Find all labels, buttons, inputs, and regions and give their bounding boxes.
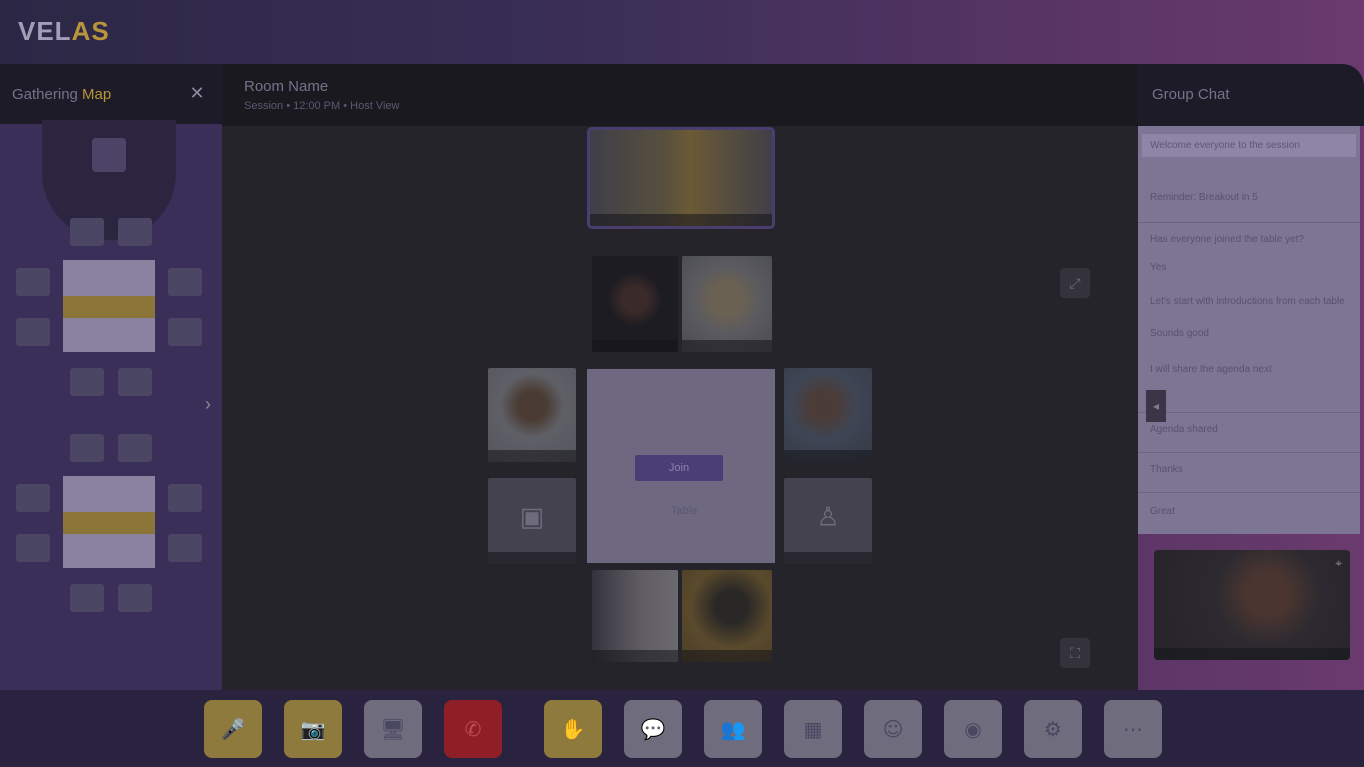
venue-map-panel: Gathering Map ✕ › [0,64,222,690]
hand-raise-button[interactable]: ✋ [544,700,602,758]
chat-message: Sounds good [1150,328,1209,339]
map-seat[interactable] [16,484,50,512]
chat-message: Let's start with introductions from each… [1150,296,1345,307]
map-seat[interactable] [168,484,202,512]
app-logo: VELAS [18,16,110,47]
chat-message: Reminder: Breakout in 5 [1150,192,1258,203]
mic-button[interactable]: 🎤 [204,700,262,758]
chat-message: Has everyone joined the table yet? [1150,234,1304,245]
map-seat[interactable] [16,318,50,346]
more-button[interactable]: ⋯ [1104,700,1162,758]
participant-name-tag [590,214,772,226]
stage-area[interactable] [42,120,176,240]
room-header: Room Name Session • 12:00 PM • Host View [222,64,1138,126]
join-table-button[interactable]: Join [635,455,723,481]
participant-tile-empty[interactable]: ♙ [784,478,872,564]
participant-tile[interactable] [587,127,775,229]
chat-divider [1138,222,1360,223]
record-button[interactable]: ◉ [944,700,1002,758]
participant-tile[interactable] [592,256,678,352]
map-seat[interactable] [16,534,50,562]
participant-tile[interactable] [682,256,772,352]
screen-share-button[interactable]: 🖥 [364,700,422,758]
participant-name-tag [682,340,772,352]
chat-message: Yes [1150,262,1167,273]
room-meta: Session • 12:00 PM • Host View [244,100,400,112]
user-placeholder-icon: ▣ [519,501,545,532]
settings-button[interactable]: ⚙ [1024,700,1082,758]
chat-header: Group Chat [1138,64,1364,126]
chat-message: Great [1150,506,1176,517]
chat-button[interactable]: 💬 [624,700,682,758]
map-seat[interactable] [118,584,152,612]
people-button[interactable]: 👥 [704,700,762,758]
participant-tile[interactable] [488,368,576,462]
map-seat[interactable] [70,584,104,612]
control-bar: 🎤 📷 🖥 ✆ ✋ 💬 👥 ▦ ☺ ◉ ⚙ ⋯ [0,690,1364,767]
logo-main: VEL [18,16,72,46]
close-icon[interactable]: ✕ [186,82,208,104]
map-seat[interactable] [168,268,202,296]
map-table[interactable] [63,476,155,568]
chat-message: Welcome everyone to the session [1142,134,1356,157]
venue-map-header: Gathering Map ✕ [0,64,222,124]
map-seat[interactable] [70,434,104,462]
fullscreen-icon[interactable]: ⛶ [1060,638,1090,668]
map-seat[interactable] [16,268,50,296]
user-silhouette-icon: ♙ [816,501,840,532]
participant-name-tag [488,450,576,462]
venue-map-title-text: Gathering [12,85,83,103]
expand-icon[interactable]: ⤢ [1060,268,1090,298]
chevron-right-icon[interactable]: › [196,394,220,418]
participant-name-tag [682,650,772,662]
participant-tile[interactable] [592,570,678,662]
participant-name-tag [784,552,872,564]
room-name: Room Name [244,78,329,95]
map-table-band [63,512,155,534]
participant-tile[interactable] [784,368,872,462]
map-table[interactable] [63,260,155,352]
logo-accent: AS [71,16,110,46]
pin-icon[interactable]: ⌖ [1335,556,1342,571]
camera-button[interactable]: 📷 [284,700,342,758]
chat-divider [1138,412,1360,413]
chat-message: Thanks [1150,464,1183,475]
leave-button[interactable]: ✆ [444,700,502,758]
chat-divider [1138,492,1360,493]
participant-name-tag [784,450,872,462]
grid-button[interactable]: ▦ [784,700,842,758]
venue-map-title-highlight: Map [82,85,112,103]
collapse-chat-icon[interactable]: ◂ [1146,390,1166,422]
participant-name-tag [488,552,576,564]
chat-message: I will share the agenda next [1150,364,1272,375]
participant-name-tag [592,340,678,352]
chat-title: Group Chat [1152,86,1230,103]
venue-map-title: Gathering Map [12,86,111,103]
table-caption: Table [671,505,698,517]
map-seat[interactable] [168,318,202,346]
map-table-band [63,296,155,318]
chat-message: Agenda shared [1150,424,1218,435]
chat-divider [1138,452,1360,453]
stage-seat[interactable] [92,138,126,172]
map-seat[interactable] [118,218,152,246]
self-view-video[interactable]: ⌖ [1154,550,1350,660]
map-seat[interactable] [118,434,152,462]
participant-tile[interactable] [682,570,772,662]
video-stage: ▣ ♙ Join Table ⤢ ⛶ [222,126,1138,690]
map-seat[interactable] [118,368,152,396]
reactions-button[interactable]: ☺ [864,700,922,758]
chat-panel: Welcome everyone to the session Reminder… [1138,126,1360,534]
map-seat[interactable] [168,534,202,562]
map-seat[interactable] [70,218,104,246]
table-card: Join Table [587,369,775,563]
map-seat[interactable] [70,368,104,396]
participant-tile-empty[interactable]: ▣ [488,478,576,564]
participant-name-tag [592,650,678,662]
self-name-tag [1154,648,1350,660]
